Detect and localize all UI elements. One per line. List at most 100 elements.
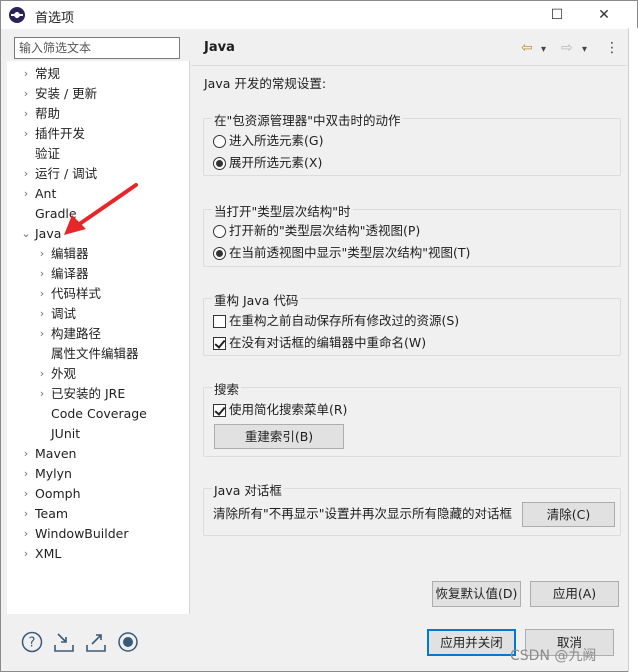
radio-label: 展开所选元素(X) <box>229 155 323 170</box>
chevron-right-icon[interactable] <box>35 344 49 364</box>
watermark: CSDN @九阙 <box>510 648 597 664</box>
tree-item-label: JUnit <box>51 426 81 441</box>
group-legend: Java 对话框 <box>212 480 284 499</box>
chevron-right-icon[interactable] <box>35 424 49 444</box>
close-icon[interactable]: ✕ <box>589 5 619 25</box>
preferences-window: 首选项 ☐ ✕ ›常规›安装 / 更新›帮助›插件开发验证›运行 / 调试›An… <box>0 0 638 672</box>
back-arrow-icon[interactable]: ⇦ <box>521 41 533 55</box>
chevron-right-icon[interactable]: › <box>19 484 33 504</box>
search-group: 搜索 使用简化搜索菜单(R) 重建索引(B) <box>203 379 621 457</box>
radio-open-perspective[interactable]: 打开新的"类型层次结构"透视图(P) <box>213 222 420 240</box>
title-separator <box>191 65 629 66</box>
checkbox-rename-in-editor[interactable]: 在没有对话框的编辑器中重命名(W) <box>213 334 426 352</box>
clear-button[interactable]: 清除(C) <box>522 502 615 527</box>
chevron-down-icon[interactable]: ⌄ <box>19 224 33 244</box>
chevron-right-icon[interactable]: › <box>35 244 49 264</box>
import-icon[interactable] <box>53 631 75 653</box>
open-hierarchy-group: 当打开"类型层次结构"时 打开新的"类型层次结构"透视图(P) 在当前透视图中显… <box>203 201 621 267</box>
tree-item-label: 编译器 <box>51 266 89 281</box>
tree-item-label: 安装 / 更新 <box>35 86 98 101</box>
tree-item-label: 验证 <box>35 146 61 161</box>
double-click-group: 在"包资源管理器"中双击时的动作 进入所选元素(G) 展开所选元素(X) <box>203 110 621 176</box>
chevron-right-icon[interactable]: › <box>35 304 49 324</box>
group-legend: 搜索 <box>212 379 242 398</box>
checkbox-save-before-refactor[interactable]: 在重构之前自动保存所有修改过的资源(S) <box>213 312 459 330</box>
chevron-right-icon[interactable]: › <box>35 364 49 384</box>
chevron-right-icon[interactable]: › <box>19 164 33 184</box>
chevron-right-icon[interactable]: › <box>19 184 33 204</box>
checkbox[interactable] <box>213 404 226 417</box>
tree-item-label: XML <box>35 546 62 561</box>
forward-arrow-icon[interactable]: ⇨ <box>561 41 573 55</box>
radio-label: 进入所选元素(G) <box>229 133 324 148</box>
title-bar: 首选项 ☐ ✕ <box>1 1 637 29</box>
checkbox[interactable] <box>213 337 226 350</box>
rebuild-index-button[interactable]: 重建索引(B) <box>214 424 344 449</box>
radio-expand[interactable]: 展开所选元素(X) <box>213 154 322 172</box>
general-settings-label: Java 开发的常规设置: <box>204 76 327 91</box>
radio-button[interactable] <box>213 157 226 170</box>
restore-defaults-button[interactable]: 恢复默认值(D) <box>432 581 521 607</box>
filter-input[interactable] <box>14 37 180 59</box>
maximize-icon[interactable]: ☐ <box>542 5 572 25</box>
checkbox-simplified-search-menu[interactable]: 使用简化搜索菜单(R) <box>213 401 347 419</box>
radio-button[interactable] <box>213 225 226 238</box>
group-legend: 当打开"类型层次结构"时 <box>212 201 353 220</box>
chevron-right-icon[interactable] <box>35 404 49 424</box>
radio-button[interactable] <box>213 247 226 260</box>
tree-item-label: 代码样式 <box>51 286 102 301</box>
forward-menu-icon[interactable]: ▾ <box>582 43 587 57</box>
tree-item-label: 调试 <box>51 306 77 321</box>
tree-item-label: 已安装的 JRE <box>51 386 126 401</box>
checkbox-label: 使用简化搜索菜单(R) <box>229 402 348 417</box>
chevron-right-icon[interactable]: › <box>35 324 49 344</box>
radio-go-into[interactable]: 进入所选元素(G) <box>213 132 323 150</box>
preference-tree[interactable]: › 常规 › 安装 / 更新 › 帮助 › 插件开发 验证 › 运行 / 调试 › Ant Gradle ⌄… <box>7 61 190 614</box>
apply-button[interactable]: 应用(A) <box>530 581 619 607</box>
chevron-right-icon[interactable]: › <box>19 444 33 464</box>
tree-item-label: 插件开发 <box>35 126 86 141</box>
radio-label: 在当前透视图中显示"类型层次结构"视图(T) <box>229 245 471 260</box>
tree-item-label: Mylyn <box>35 466 72 481</box>
tree-item-label: Ant <box>35 186 57 201</box>
tree-item-label: 构建路径 <box>51 326 102 341</box>
export-icon[interactable] <box>85 631 107 653</box>
group-legend: 在"包资源管理器"中双击时的动作 <box>212 110 403 129</box>
radio-label: 打开新的"类型层次结构"透视图(P) <box>229 223 421 238</box>
chevron-right-icon[interactable]: › <box>19 544 33 564</box>
help-icon[interactable]: ? <box>21 631 43 653</box>
tree-item-label: 编辑器 <box>51 246 89 261</box>
chevron-right-icon[interactable]: › <box>19 464 33 484</box>
chevron-right-icon[interactable]: › <box>35 384 49 404</box>
radio-show-view[interactable]: 在当前透视图中显示"类型层次结构"视图(T) <box>213 244 470 262</box>
chevron-right-icon[interactable]: › <box>19 124 33 144</box>
checkbox[interactable] <box>213 315 226 328</box>
apply-and-close-button[interactable]: 应用并关闭 <box>427 629 516 656</box>
tree-item-label: Code Coverage <box>51 406 147 421</box>
view-menu-icon[interactable]: ⋮ <box>605 41 619 55</box>
tree-item-label: WindowBuilder <box>35 526 129 541</box>
chevron-right-icon[interactable] <box>19 204 33 224</box>
chevron-right-icon[interactable]: › <box>35 264 49 284</box>
tree-item-label: Team <box>35 506 69 521</box>
window-title: 首选项 <box>35 11 75 26</box>
radio-button[interactable] <box>213 135 226 148</box>
chevron-right-icon[interactable]: › <box>19 104 33 124</box>
chevron-right-icon[interactable]: › <box>19 524 33 544</box>
tree-item-label: Oomph <box>35 486 81 501</box>
chevron-right-icon[interactable]: › <box>19 84 33 104</box>
tree-item-label: 帮助 <box>35 106 61 121</box>
background-window-edge <box>628 28 638 672</box>
tree-item-label: 外观 <box>51 366 77 381</box>
page-title: Java <box>204 40 235 55</box>
chevron-right-icon[interactable]: › <box>19 64 33 84</box>
java-preference-page: Java ⇦ ▾ ⇨ ▾ ⋮ Java 开发的常规设置: 在"包资源管理器"中双… <box>191 33 629 613</box>
eclipse-app-icon <box>9 7 25 23</box>
refactoring-group: 重构 Java 代码 在重构之前自动保存所有修改过的资源(S) 在没有对话框的编… <box>203 290 621 356</box>
chevron-right-icon[interactable] <box>19 144 33 164</box>
group-legend: 重构 Java 代码 <box>212 290 301 309</box>
chevron-right-icon[interactable]: › <box>35 284 49 304</box>
oomph-record-icon[interactable] <box>117 631 139 653</box>
back-menu-icon[interactable]: ▾ <box>541 43 546 57</box>
chevron-right-icon[interactable]: › <box>19 504 33 524</box>
